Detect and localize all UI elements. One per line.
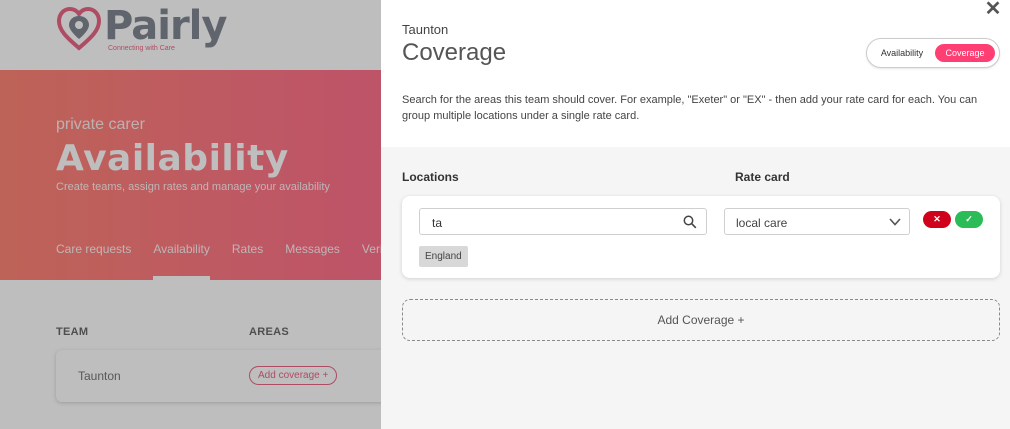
add-coverage-button[interactable]: Add Coverage + bbox=[402, 299, 1000, 341]
search-icon bbox=[683, 215, 697, 229]
rate-card-label: Rate card bbox=[735, 170, 790, 184]
chevron-down-icon bbox=[889, 218, 901, 226]
cancel-icon[interactable]: ✕ bbox=[923, 211, 951, 228]
panel-header: ✕ Taunton Coverage Availability Coverage… bbox=[381, 0, 1010, 147]
toggle-availability[interactable]: Availability bbox=[876, 44, 928, 62]
location-tag[interactable]: England bbox=[419, 246, 468, 267]
close-icon[interactable]: ✕ bbox=[982, 0, 1004, 21]
locations-label: Locations bbox=[402, 170, 459, 184]
panel-description: Search for the areas this team should co… bbox=[402, 94, 978, 122]
confirm-icon[interactable]: ✓ bbox=[955, 211, 983, 228]
panel-subtitle: Taunton bbox=[402, 22, 449, 37]
panel-title: Coverage bbox=[402, 39, 507, 66]
coverage-row-card: ta local care ✕ ✓ England bbox=[402, 196, 1000, 278]
rate-card-value: local care bbox=[736, 216, 788, 230]
search-value: ta bbox=[432, 216, 443, 230]
view-toggle: Availability Coverage bbox=[866, 38, 1000, 68]
toggle-coverage[interactable]: Coverage bbox=[935, 44, 995, 62]
coverage-panel: ✕ Taunton Coverage Availability Coverage… bbox=[381, 0, 1010, 429]
rate-card-select[interactable]: local care bbox=[724, 208, 910, 235]
location-search-input[interactable]: ta bbox=[419, 208, 707, 235]
